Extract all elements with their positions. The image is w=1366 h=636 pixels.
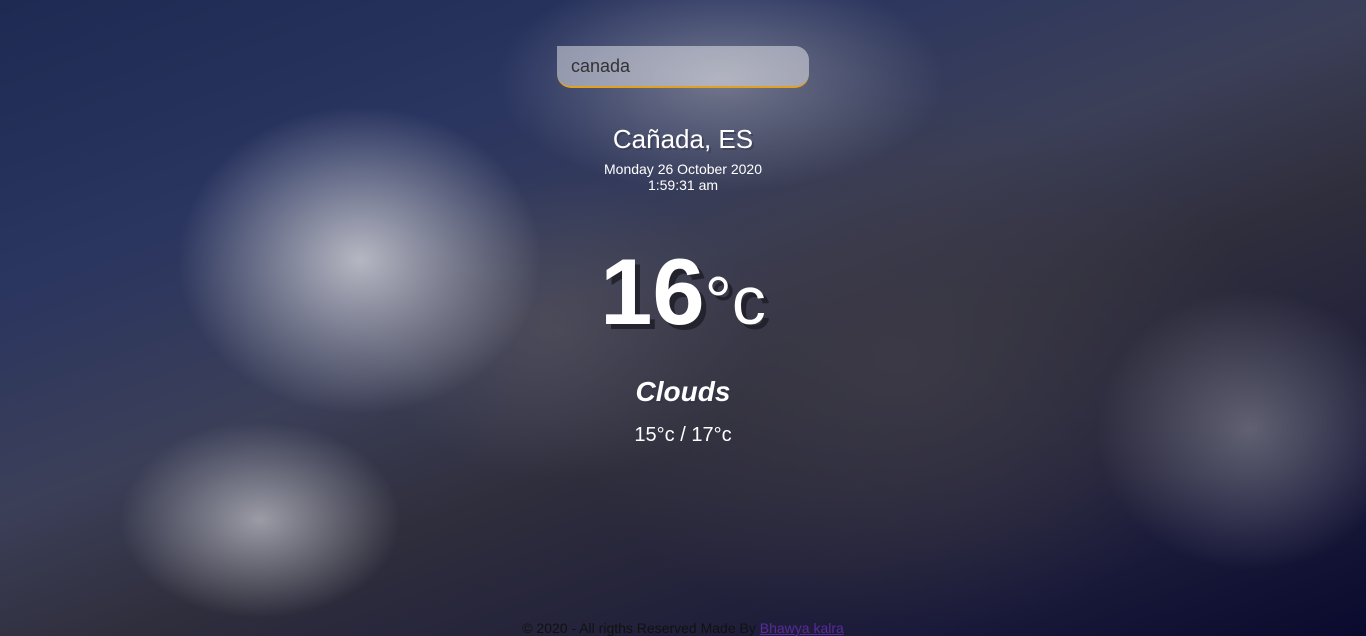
footer: © 2020 - All rigths Reserved Made By Bha… [0,620,1366,636]
current-date: Monday 26 October 2020 [604,161,762,177]
author-link[interactable]: Bhawya kalra [760,620,844,636]
temperature-range: 15°c / 17°c [634,424,732,446]
weather-condition: Clouds [635,376,731,407]
search-input[interactable] [557,46,809,88]
temperature-value: 16 [600,239,705,344]
current-time: 1:59:31 am [647,177,719,193]
weather-app: Cañada, ES Monday 26 October 2020 1:59:3… [0,0,1366,636]
footer-text: © 2020 - All rigths Reserved Made By [522,620,760,636]
temperature-display: 16°c [0,238,1366,346]
location-name: Cañada, ES [612,124,754,154]
temperature-unit: °c [704,263,766,339]
